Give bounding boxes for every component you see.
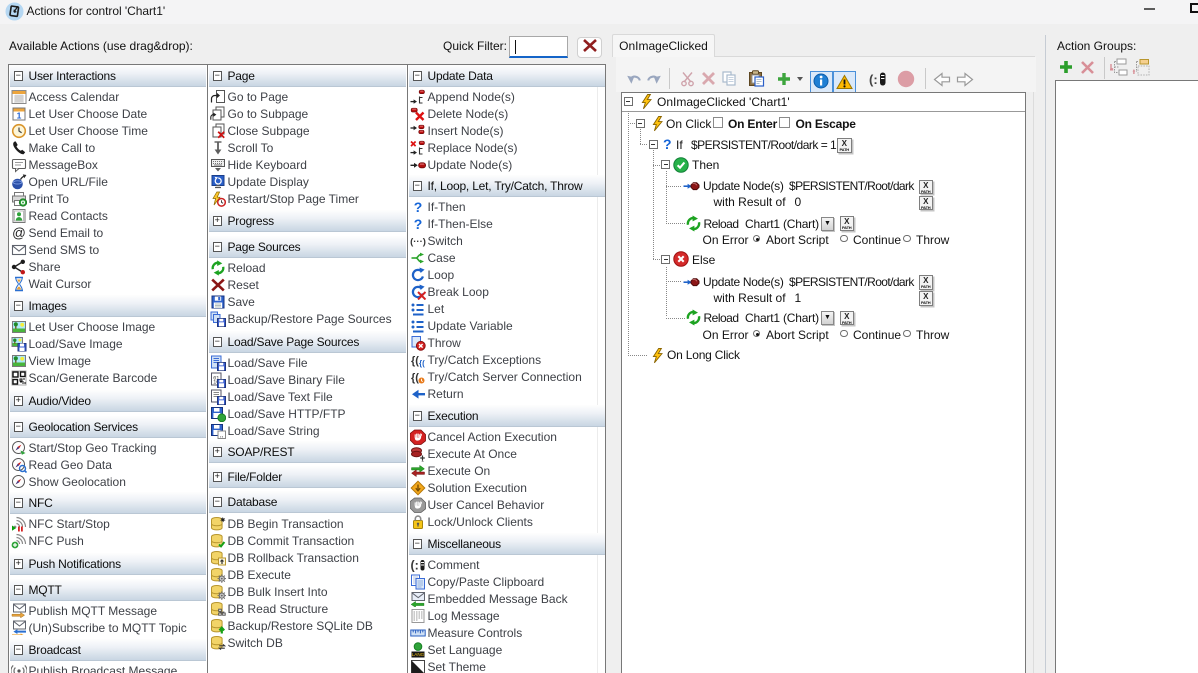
svg-text:(···): (···) bbox=[410, 236, 426, 247]
svg-text:,,: ,, bbox=[219, 432, 223, 439]
svg-text:?: ? bbox=[413, 199, 422, 215]
svg-text:{(: {( bbox=[419, 359, 425, 368]
svg-text:1: 1 bbox=[16, 110, 21, 120]
svg-text:1: 1 bbox=[421, 457, 424, 462]
svg-text:(:: (: bbox=[410, 558, 418, 572]
svg-text:?: ? bbox=[413, 216, 422, 232]
svg-text:(:: (: bbox=[869, 72, 878, 87]
svg-text:LANG: LANG bbox=[411, 652, 424, 657]
svg-text:{(: {( bbox=[411, 372, 419, 384]
svg-text:@: @ bbox=[12, 226, 26, 241]
